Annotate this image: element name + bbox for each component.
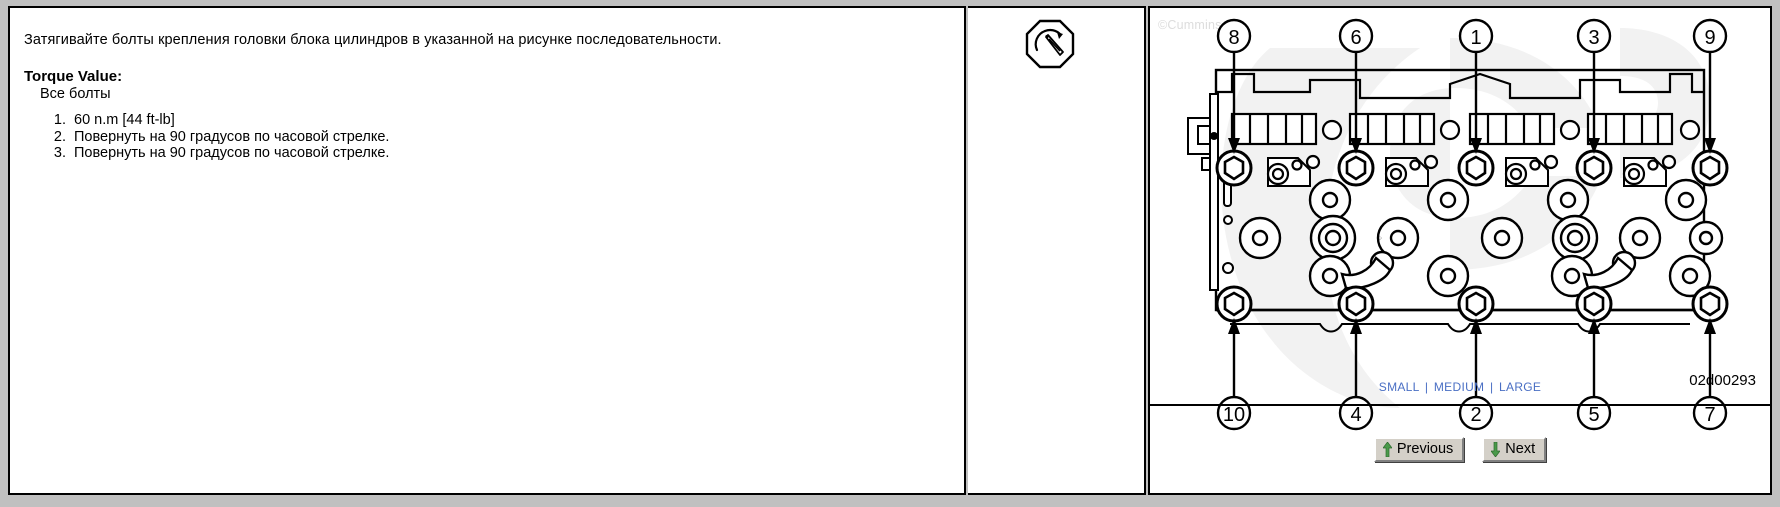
callout-top-2: 6 xyxy=(1350,27,1361,49)
callout-top-5: 9 xyxy=(1704,27,1715,49)
list-item: Повернуть на 90 градусов по часовой стре… xyxy=(70,129,389,146)
link-size-small[interactable]: SMALL xyxy=(1379,380,1419,394)
link-separator-1: | xyxy=(1424,380,1429,394)
previous-button[interactable]: Previous xyxy=(1373,437,1465,462)
image-size-links: SMALL | MEDIUM | LARGE xyxy=(1150,380,1770,394)
list-item: Повернуть на 90 градусов по часовой стре… xyxy=(70,145,389,162)
arrow-down-icon xyxy=(1490,441,1501,458)
link-size-medium[interactable]: MEDIUM xyxy=(1434,380,1484,394)
torque-wrench-icon xyxy=(1025,19,1075,69)
cylinder-head-diagram: 8 6 1 3 9 10 4 2 5 7 xyxy=(1187,18,1729,431)
torque-value-heading: Torque Value: xyxy=(24,68,123,85)
list-item: 60 n.m [44 ft-lb] xyxy=(70,112,389,129)
diagram-viewport: ©Cummins Inc 8 6 1 3 9 10 4 2 5 7 02d002… xyxy=(1150,8,1770,441)
previous-button-label: Previous xyxy=(1396,441,1454,457)
next-button[interactable]: Next xyxy=(1482,437,1547,462)
symbol-panel xyxy=(968,6,1146,495)
instruction-panel: Затягивайте болты крепления головки блок… xyxy=(8,6,966,495)
torque-steps-list: 60 n.m [44 ft-lb] Повернуть на 90 градус… xyxy=(48,112,389,162)
torque-value-subject: Все болты xyxy=(40,86,111,102)
link-separator-2: | xyxy=(1489,380,1494,394)
callout-group-top: 8 6 1 3 9 xyxy=(1216,18,1728,54)
document-page: Затягивайте болты крепления головки блок… xyxy=(0,0,1780,507)
navigation-bar: Previous Next xyxy=(1150,406,1770,493)
callout-top-3: 1 xyxy=(1470,27,1481,49)
image-panel: ©Cummins Inc 8 6 1 3 9 10 4 2 5 7 02d002… xyxy=(1148,6,1772,495)
link-size-large[interactable]: LARGE xyxy=(1499,380,1541,394)
callout-top-4: 3 xyxy=(1588,27,1599,49)
next-button-label: Next xyxy=(1505,441,1536,457)
instruction-intro-text: Затягивайте болты крепления головки блок… xyxy=(24,32,722,48)
callout-top-1: 8 xyxy=(1228,27,1239,49)
arrow-up-icon xyxy=(1382,440,1393,457)
